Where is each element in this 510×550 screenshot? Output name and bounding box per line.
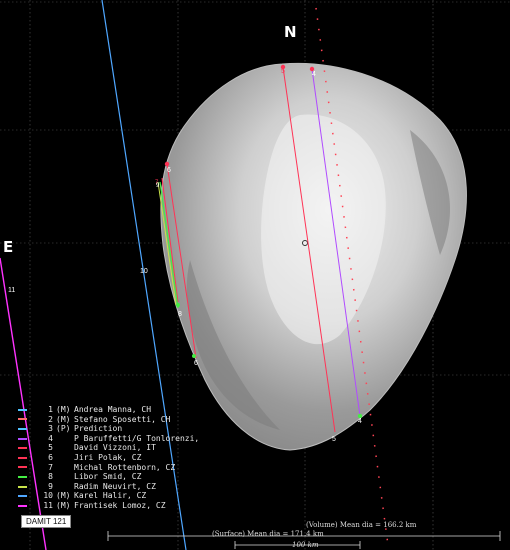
legend-id: 5 (48, 443, 53, 453)
legend-id: 11 (43, 500, 53, 510)
legend-id: 8 (48, 472, 53, 482)
legend-swatch (18, 466, 27, 469)
legend-name: Frantisek Lomoz, CZ (74, 500, 166, 510)
legend-flag: (M) (56, 414, 71, 424)
legend-name: David Vizzoni, IT (74, 443, 156, 453)
legend-id: 7 (48, 462, 53, 472)
chord-6-start-marker (164, 161, 170, 167)
legend-name: Radim Neuvirt, CZ (74, 481, 156, 491)
legend-row: 6 Jiri Polak, CZ (18, 453, 199, 463)
surface-diameter-text: (Surface) Mean dia = 171.4 km (212, 530, 324, 538)
legend-row: 10 (M) Karel Halir, CZ (18, 491, 199, 501)
legend-row: 1 (M) Andrea Manna, CH (18, 405, 199, 415)
chord-6-end-label: 6 (194, 360, 198, 367)
legend-id: 4 (48, 433, 53, 443)
chord-9-start-label: 9 (156, 183, 160, 189)
legend-row: 4 P Baruffetti/G Tonlorenzi, (18, 434, 199, 444)
east-indicator: E (3, 238, 14, 256)
legend-row: 8 Libor Smid, CZ (18, 472, 199, 482)
legend-row: 2 (M) Stefano Sposetti, CH (18, 415, 199, 425)
chord-5-end-label: 5 (332, 436, 336, 443)
legend-swatch (18, 418, 27, 421)
chord-11-label: 11 (8, 287, 15, 294)
scale-label: 100 km (292, 541, 319, 549)
legend-flag: (P) (56, 424, 71, 434)
chord-4-end-label: 4 (358, 418, 362, 425)
legend-swatch (18, 447, 27, 450)
legend-swatch (18, 475, 27, 478)
legend-row: 5 David Vizzoni, IT (18, 443, 199, 453)
legend-row: 3 (P) Prediction (18, 424, 199, 434)
chord-4-start-label: 4 (312, 71, 316, 78)
volume-diameter-text: (Volume) Mean dia = 166.2 km (306, 521, 417, 529)
legend-swatch (18, 456, 27, 459)
legend-row: 7 Michal Rottenborn, CZ (18, 463, 199, 473)
legend-id: 10 (43, 491, 53, 501)
legend-name: Jiri Polak, CZ (74, 452, 142, 462)
legend-name: Andrea Manna, CH (74, 405, 152, 414)
legend-swatch (18, 485, 27, 488)
legend-row: 11 (M) Frantisek Lomoz, CZ (18, 501, 199, 511)
legend-id: 3 (48, 424, 53, 434)
observer-legend: 1 (M) Andrea Manna, CH 2 (M) Stefano Sposett… (18, 405, 199, 511)
north-indicator: N (284, 23, 297, 41)
chord-10-label: 10 (140, 268, 148, 275)
legend-name: P Baruffetti/G Tonlorenzi, (74, 433, 200, 443)
legend-swatch (18, 495, 27, 498)
legend-swatch (18, 408, 27, 411)
chord-6-start-label: 6 (167, 167, 171, 174)
legend-id: 6 (48, 452, 53, 462)
chord-5-start-label: 5 (281, 68, 285, 75)
legend-id: 1 (48, 405, 53, 414)
legend-name: Stefano Sposetti, CH (74, 414, 171, 424)
legend-name: Prediction (74, 424, 123, 434)
chord-6-end-marker (192, 354, 196, 358)
chord-8-end-marker (176, 303, 180, 307)
legend-swatch (18, 427, 27, 430)
chord-8-end-label: 8 (178, 311, 182, 318)
legend-id: 2 (48, 414, 53, 424)
asteroid-shape (160, 62, 467, 451)
legend-name: Karel Halir, CZ (74, 491, 147, 501)
legend-id: 9 (48, 481, 53, 491)
legend-row: 9 Radim Neuvirt, CZ (18, 482, 199, 492)
legend-flag: (M) (56, 491, 71, 501)
legend-flag: (M) (56, 500, 71, 510)
legend-swatch (18, 504, 27, 507)
model-tag: DAMIT 121 (21, 515, 72, 528)
legend-swatch (18, 437, 27, 440)
legend-flag: (M) (56, 405, 71, 414)
legend-name: Libor Smid, CZ (74, 472, 142, 482)
legend-name: Michal Rottenborn, CZ (74, 462, 176, 472)
